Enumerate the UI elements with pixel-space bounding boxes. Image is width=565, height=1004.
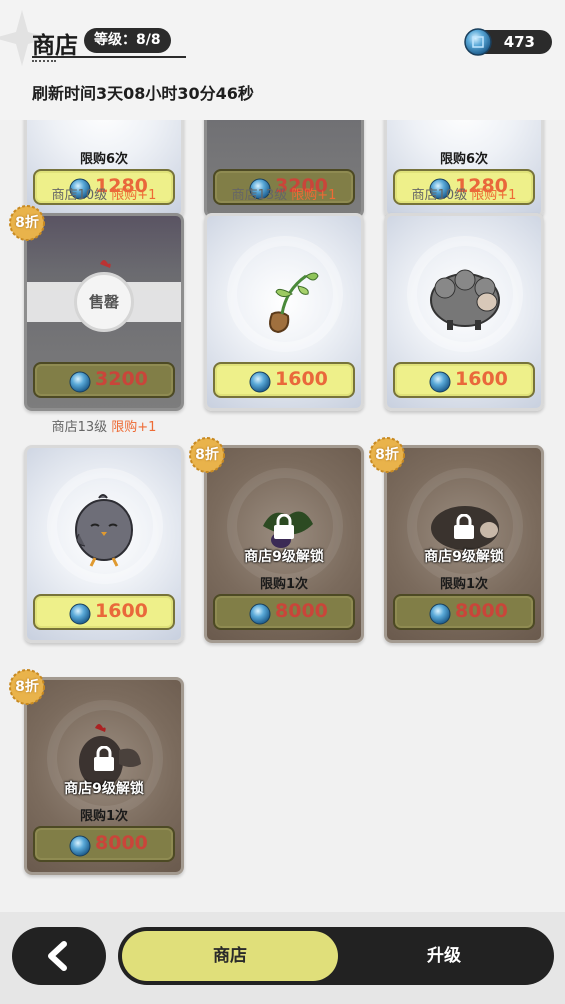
limit-text: 限购1次: [79, 809, 129, 824]
shop-item-eggplant-plant[interactable]: 商店9级解锁 限购1次 8000: [204, 445, 364, 643]
sheep-icon: [430, 269, 500, 330]
title-underline: [32, 56, 186, 58]
gem-icon: [429, 603, 451, 625]
price-button[interactable]: 1600: [33, 594, 175, 630]
limit-text: 限购6次: [439, 152, 489, 167]
seedling-icon: [269, 272, 319, 334]
unlock-requirement: 商店9级解锁: [244, 549, 324, 565]
gem-icon: [249, 603, 271, 625]
price-label: 8000: [95, 832, 148, 854]
price-label: 1600: [275, 368, 328, 390]
tab-upgrade[interactable]: 升级: [338, 931, 550, 981]
limit-text: 限购1次: [439, 577, 489, 592]
chick-icon: [75, 494, 133, 567]
shop-item-rooster[interactable]: 售罄 3200: [24, 213, 184, 411]
title-dots: [32, 60, 56, 63]
gem-icon: [249, 371, 271, 393]
chevron-left-icon: [48, 941, 67, 971]
discount-badge: 8折: [8, 668, 46, 706]
gem-icon: [429, 371, 451, 393]
price-label: 1600: [455, 368, 508, 390]
lock-overlay: 商店9级解锁: [387, 513, 541, 566]
shop-item-chick[interactable]: 1600: [24, 445, 184, 643]
lock-overlay: 商店9级解锁: [207, 513, 361, 566]
gem-icon: [69, 835, 91, 857]
tab-bar: 商店 升级: [118, 927, 554, 985]
discount-badge: 8折: [368, 436, 406, 474]
unlock-requirement: 商店9级解锁: [424, 549, 504, 565]
limit-text: 限购6次: [79, 152, 129, 167]
discount-badge: 8折: [188, 436, 226, 474]
shop-item-seedling[interactable]: 1600: [204, 213, 364, 411]
header: 商店 等级：8/8 473 刷新时间3天08小时30分46秒: [0, 0, 565, 120]
price-button[interactable]: 8000: [33, 826, 175, 862]
price-label: 8000: [455, 600, 508, 622]
price-label: 1600: [95, 600, 148, 622]
shop-item-black-sheep[interactable]: 商店9级解锁 限购1次 8000: [384, 445, 544, 643]
unlock-requirement: 商店9级解锁: [64, 781, 144, 797]
currency-display: 473: [464, 28, 552, 56]
upgrade-hint: 商店13级 限购+1: [51, 420, 157, 435]
price-button[interactable]: 1600: [213, 362, 355, 398]
lock-icon: [274, 513, 294, 539]
level-badge: 等级：8/8: [84, 28, 171, 53]
gem-icon: [69, 603, 91, 625]
limit-text: 限购1次: [259, 577, 309, 592]
gem-icon: [464, 28, 492, 56]
tab-shop[interactable]: 商店: [122, 931, 338, 981]
price-label: 3200: [95, 368, 148, 390]
gem-icon: [69, 371, 91, 393]
price-button[interactable]: 3200: [33, 362, 175, 398]
shop-item-sheep[interactable]: 1600: [384, 213, 544, 411]
sold-out-label: 售罄: [74, 272, 134, 332]
back-button[interactable]: [12, 927, 106, 985]
refresh-timer: 刷新时间3天08小时30分46秒: [32, 84, 254, 103]
lock-overlay: 商店9级解锁: [27, 745, 181, 798]
price-button[interactable]: 8000: [393, 594, 535, 630]
shop-item-rooster-locked[interactable]: 商店9级解锁 限购1次 8000: [24, 677, 184, 875]
lock-icon: [454, 513, 474, 539]
currency-amount: 473: [503, 33, 535, 51]
upgrade-hint: 商店10级 限购+1: [411, 188, 517, 203]
lock-icon: [94, 745, 114, 771]
upgrade-hint: 商店13级 限购+1: [231, 188, 337, 203]
price-button[interactable]: 8000: [213, 594, 355, 630]
upgrade-hint: 商店10级 限购+1: [51, 188, 157, 203]
price-button[interactable]: 1600: [393, 362, 535, 398]
page-title: 商店: [32, 33, 78, 59]
discount-badge: 8折: [8, 204, 46, 242]
price-label: 8000: [275, 600, 328, 622]
